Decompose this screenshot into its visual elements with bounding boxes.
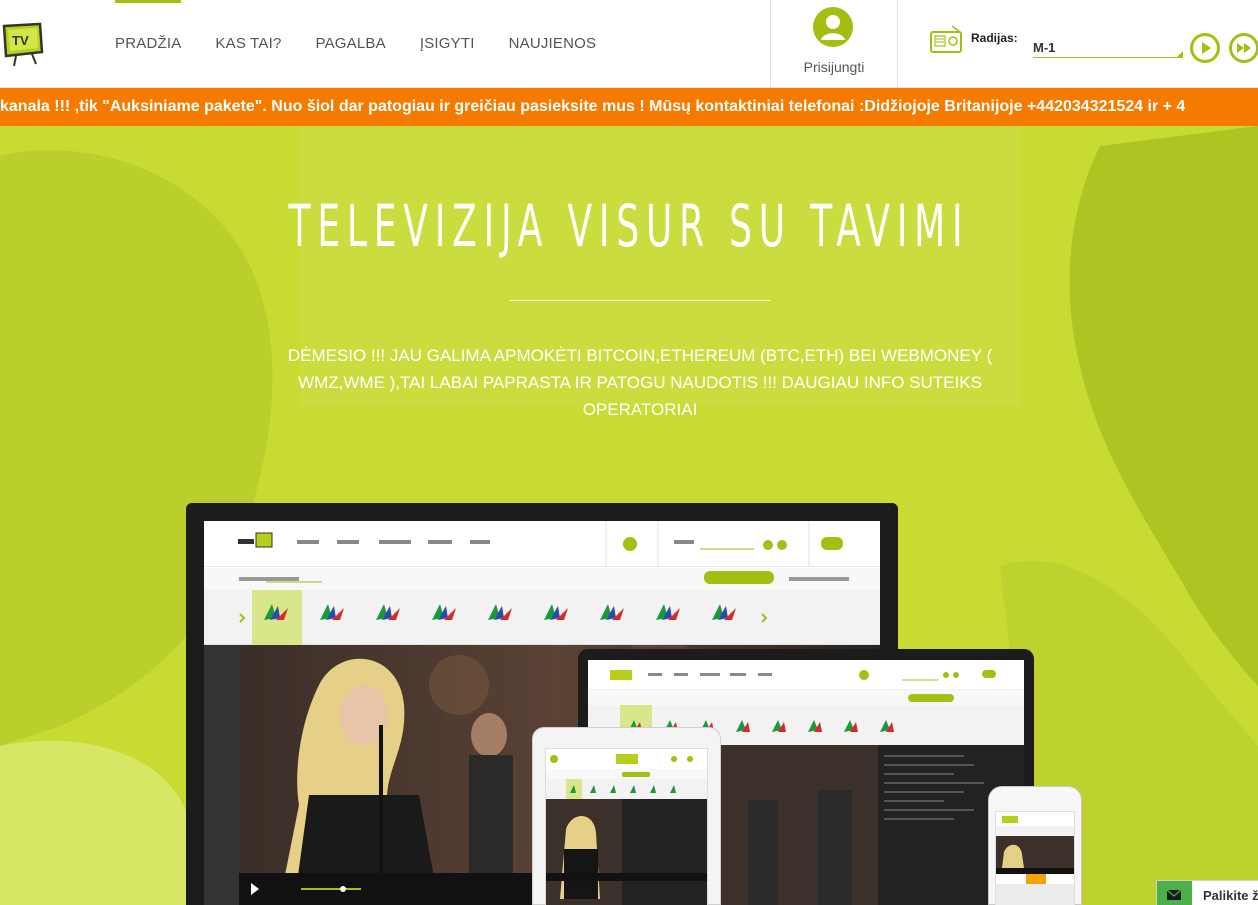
radio-play-button[interactable] [1190, 33, 1220, 63]
nav-item-isigyti[interactable]: ĮSIGYTI [420, 0, 475, 88]
user-avatar-icon [813, 7, 853, 47]
leave-message-widget[interactable]: Palikite ž [1156, 880, 1258, 905]
dropdown-caret-icon [1177, 51, 1183, 57]
radio-label: Radijas: [971, 31, 1018, 45]
mockup-channel-strip [204, 590, 880, 645]
hero-section: TELEVIZIJA VISUR SU TAVIMI DĖMESIO !!! J… [0, 126, 1258, 905]
tablet-mockup [532, 727, 721, 905]
login-button[interactable]: Prisijungti [770, 0, 898, 88]
mail-icon [1157, 881, 1192, 905]
phone-screen [995, 811, 1075, 905]
hero-message: DĖMESIO !!! JAU GALIMA APMOKĖTI BITCOIN,… [287, 346, 993, 419]
mockup-header [204, 521, 880, 567]
leave-message-label: Palikite ž [1203, 888, 1258, 903]
nav-item-pradzia[interactable]: PRADŽIA [115, 0, 182, 88]
fast-forward-icon [1232, 36, 1256, 60]
tablet-screen [545, 748, 708, 905]
nav-item-kas-tai[interactable]: KAS TAI? [215, 0, 281, 88]
tv-logo-icon[interactable]: TV [0, 18, 50, 68]
phone-mockup [988, 786, 1082, 905]
ticker-text: kanala !!! ,tik "Auksiniame pakete". Nuo… [0, 98, 1186, 115]
hero-title: TELEVIZIJA VISUR SU TAVIMI [288, 192, 970, 260]
svg-text:TV: TV [12, 33, 29, 48]
mockup-sidebar [204, 645, 239, 905]
main-nav: PRADŽIA KAS TAI? PAGALBA ĮSIGYTI NAUJIEN… [115, 0, 630, 88]
mockup-category-bar [204, 568, 880, 590]
login-label: Prisijungti [803, 59, 865, 75]
radio-icon [930, 24, 962, 54]
radio-next-button[interactable] [1229, 33, 1258, 63]
radio-station-value: M-1 [1033, 40, 1056, 55]
nav-item-pagalba[interactable]: PAGALBA [316, 0, 386, 88]
play-icon [1193, 36, 1217, 60]
site-header: TV PRADŽIA KAS TAI? PAGALBA ĮSIGYTI NAUJ… [0, 0, 1258, 88]
radio-station-select[interactable]: M-1 [1033, 38, 1183, 58]
hero-divider [510, 300, 770, 301]
announcement-ticker: kanala !!! ,tik "Auksiniame pakete". Nuo… [0, 88, 1258, 126]
nav-item-naujienos[interactable]: NAUJIENOS [509, 0, 597, 88]
